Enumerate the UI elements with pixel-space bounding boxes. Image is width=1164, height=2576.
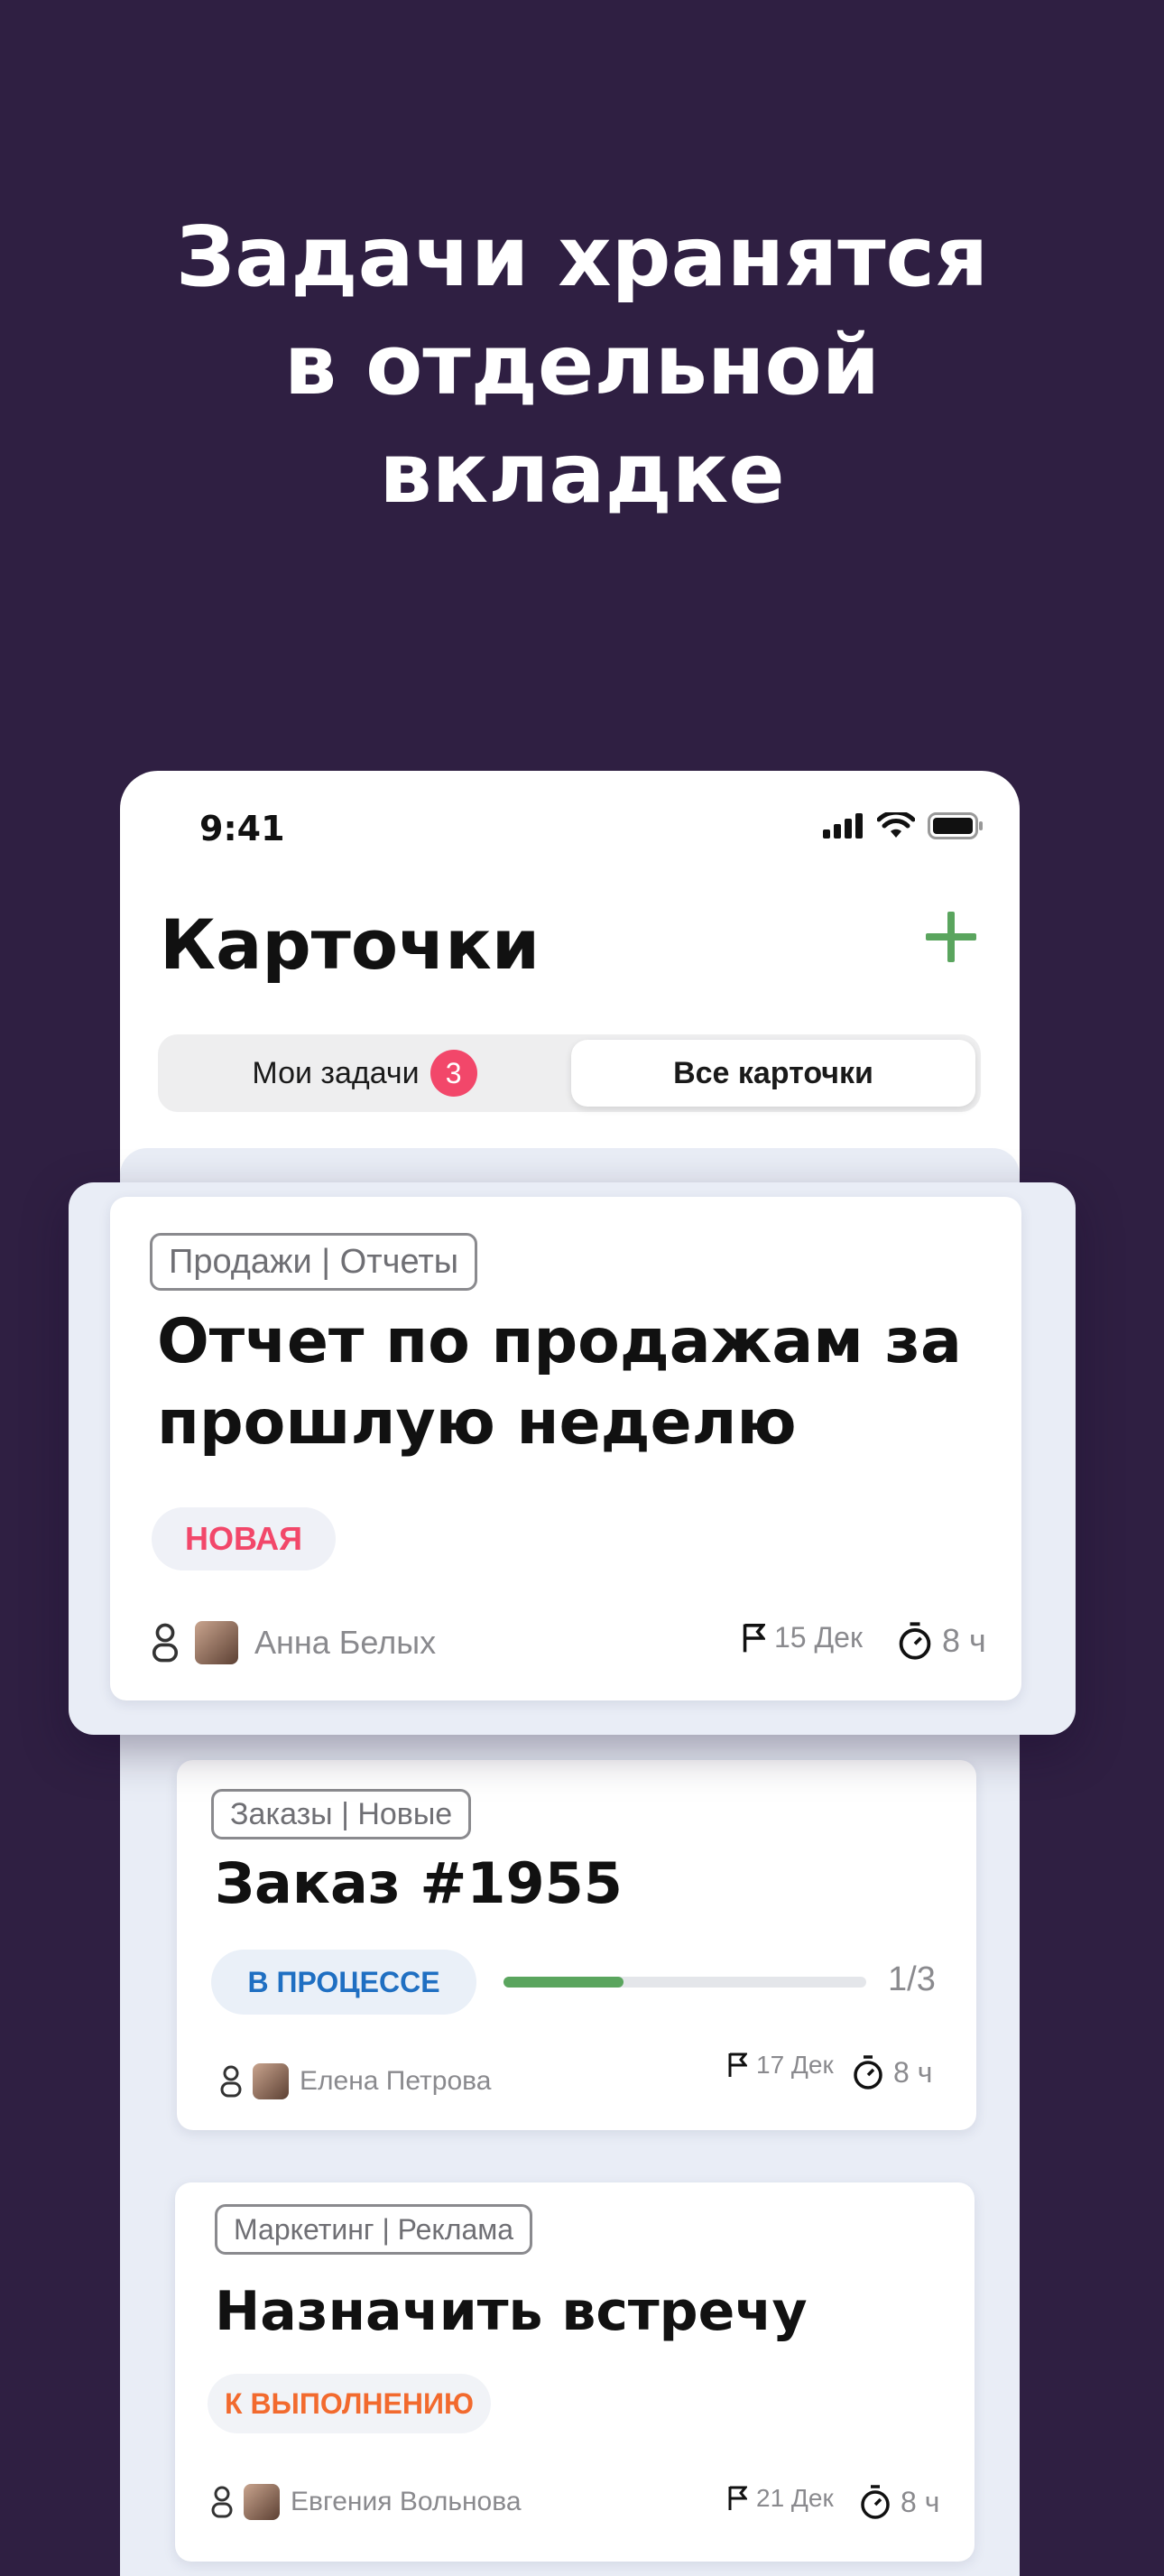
- tab-my-tasks-label: Мои задачи: [252, 1055, 420, 1090]
- tab-all-cards[interactable]: Все карточки: [571, 1040, 975, 1107]
- page-title: Карточки: [160, 904, 540, 985]
- flag-icon: [743, 1623, 765, 1652]
- timer-icon: [899, 1622, 931, 1660]
- selected-card-highlight: Продажи | Отчеты Отчет по продажам за пр…: [69, 1182, 1076, 1735]
- task-card[interactable]: Заказы | Новые Заказ #1955 В ПРОЦЕССЕ 1/…: [177, 1760, 976, 2130]
- signal-icon: [823, 813, 863, 839]
- assignee-name: Евгения Вольнова: [291, 2487, 522, 2516]
- card-title: Назначить встречу: [215, 2280, 808, 2343]
- avatar: [195, 1621, 238, 1664]
- assignee-icon: [152, 1623, 179, 1663]
- promo-headline: Задачи хранятся в отдельной вкладке: [0, 203, 1164, 528]
- card-title-line-1: Отчет по продажам за: [157, 1306, 962, 1377]
- due-date: 17 Дек: [756, 2051, 834, 2079]
- tasks-count-badge: 3: [430, 1050, 477, 1097]
- card-due-date: 17 Дек: [727, 2051, 834, 2080]
- timer-icon: [854, 2055, 882, 2090]
- card-assignee: Евгения Вольнова: [211, 2484, 522, 2520]
- assignee-icon: [220, 2065, 242, 2098]
- progress-bar: [503, 1977, 866, 1988]
- task-card[interactable]: Маркетинг | Реклама Назначить встречу К …: [175, 2182, 975, 2562]
- card-assignee: Елена Петрова: [220, 2063, 491, 2099]
- status-time: 9:41: [199, 809, 285, 848]
- status-badge: НОВАЯ: [152, 1507, 336, 1571]
- flag-icon: [728, 2486, 747, 2510]
- card-title-line-2: прошлую неделю: [157, 1387, 797, 1459]
- progress-label: 1/3: [888, 1960, 936, 1998]
- duration: 8 ч: [942, 1622, 986, 1659]
- card-assignee: Анна Белых: [152, 1621, 436, 1664]
- wifi-icon: [877, 812, 915, 838]
- status-badge: В ПРОЦЕССЕ: [211, 1950, 476, 2015]
- card-duration: 8 ч: [859, 2484, 939, 2520]
- assignee-name: Анна Белых: [254, 1624, 437, 1661]
- duration: 8 ч: [901, 2485, 940, 2518]
- tab-switcher: Мои задачи 3 Все карточки: [158, 1034, 981, 1112]
- headline-line-3: вкладке: [379, 425, 785, 522]
- assignee-icon: [211, 2486, 233, 2518]
- card-duration: 8 ч: [897, 1621, 986, 1661]
- flag-icon: [728, 2052, 747, 2077]
- due-date: 15 Дек: [774, 1621, 863, 1654]
- card-tag: Заказы | Новые: [211, 1789, 472, 1839]
- tab-all-cards-label: Все карточки: [673, 1055, 873, 1090]
- progress-fill: [503, 1977, 624, 1988]
- due-date: 21 Дек: [756, 2484, 834, 2512]
- card-tag: Продажи | Отчеты: [150, 1233, 478, 1291]
- avatar: [244, 2484, 280, 2520]
- battery-icon: [928, 812, 983, 839]
- headline-line-1: Задачи хранятся: [175, 208, 989, 305]
- duration: 8 ч: [893, 2055, 933, 2089]
- card-title: Отчет по продажам за прошлую неделю: [157, 1302, 962, 1464]
- assignee-name: Елена Петрова: [300, 2066, 492, 2096]
- card-due-date: 15 Дек: [742, 1621, 863, 1654]
- status-icons: [823, 812, 984, 839]
- headline-line-2: в отдельной: [283, 317, 881, 413]
- card-tag: Маркетинг | Реклама: [215, 2204, 533, 2255]
- status-badge: К ВЫПОЛНЕНИЮ: [208, 2374, 491, 2433]
- task-card-selected[interactable]: Продажи | Отчеты Отчет по продажам за пр…: [110, 1197, 1021, 1700]
- card-title: Заказ #1955: [215, 1850, 623, 1916]
- card-duration: 8 ч: [852, 2054, 932, 2090]
- plus-icon[interactable]: [922, 908, 980, 966]
- card-due-date: 21 Дек: [727, 2484, 834, 2513]
- timer-icon: [861, 2485, 890, 2519]
- tab-my-tasks[interactable]: Мои задачи 3: [163, 1040, 566, 1107]
- avatar: [253, 2063, 289, 2099]
